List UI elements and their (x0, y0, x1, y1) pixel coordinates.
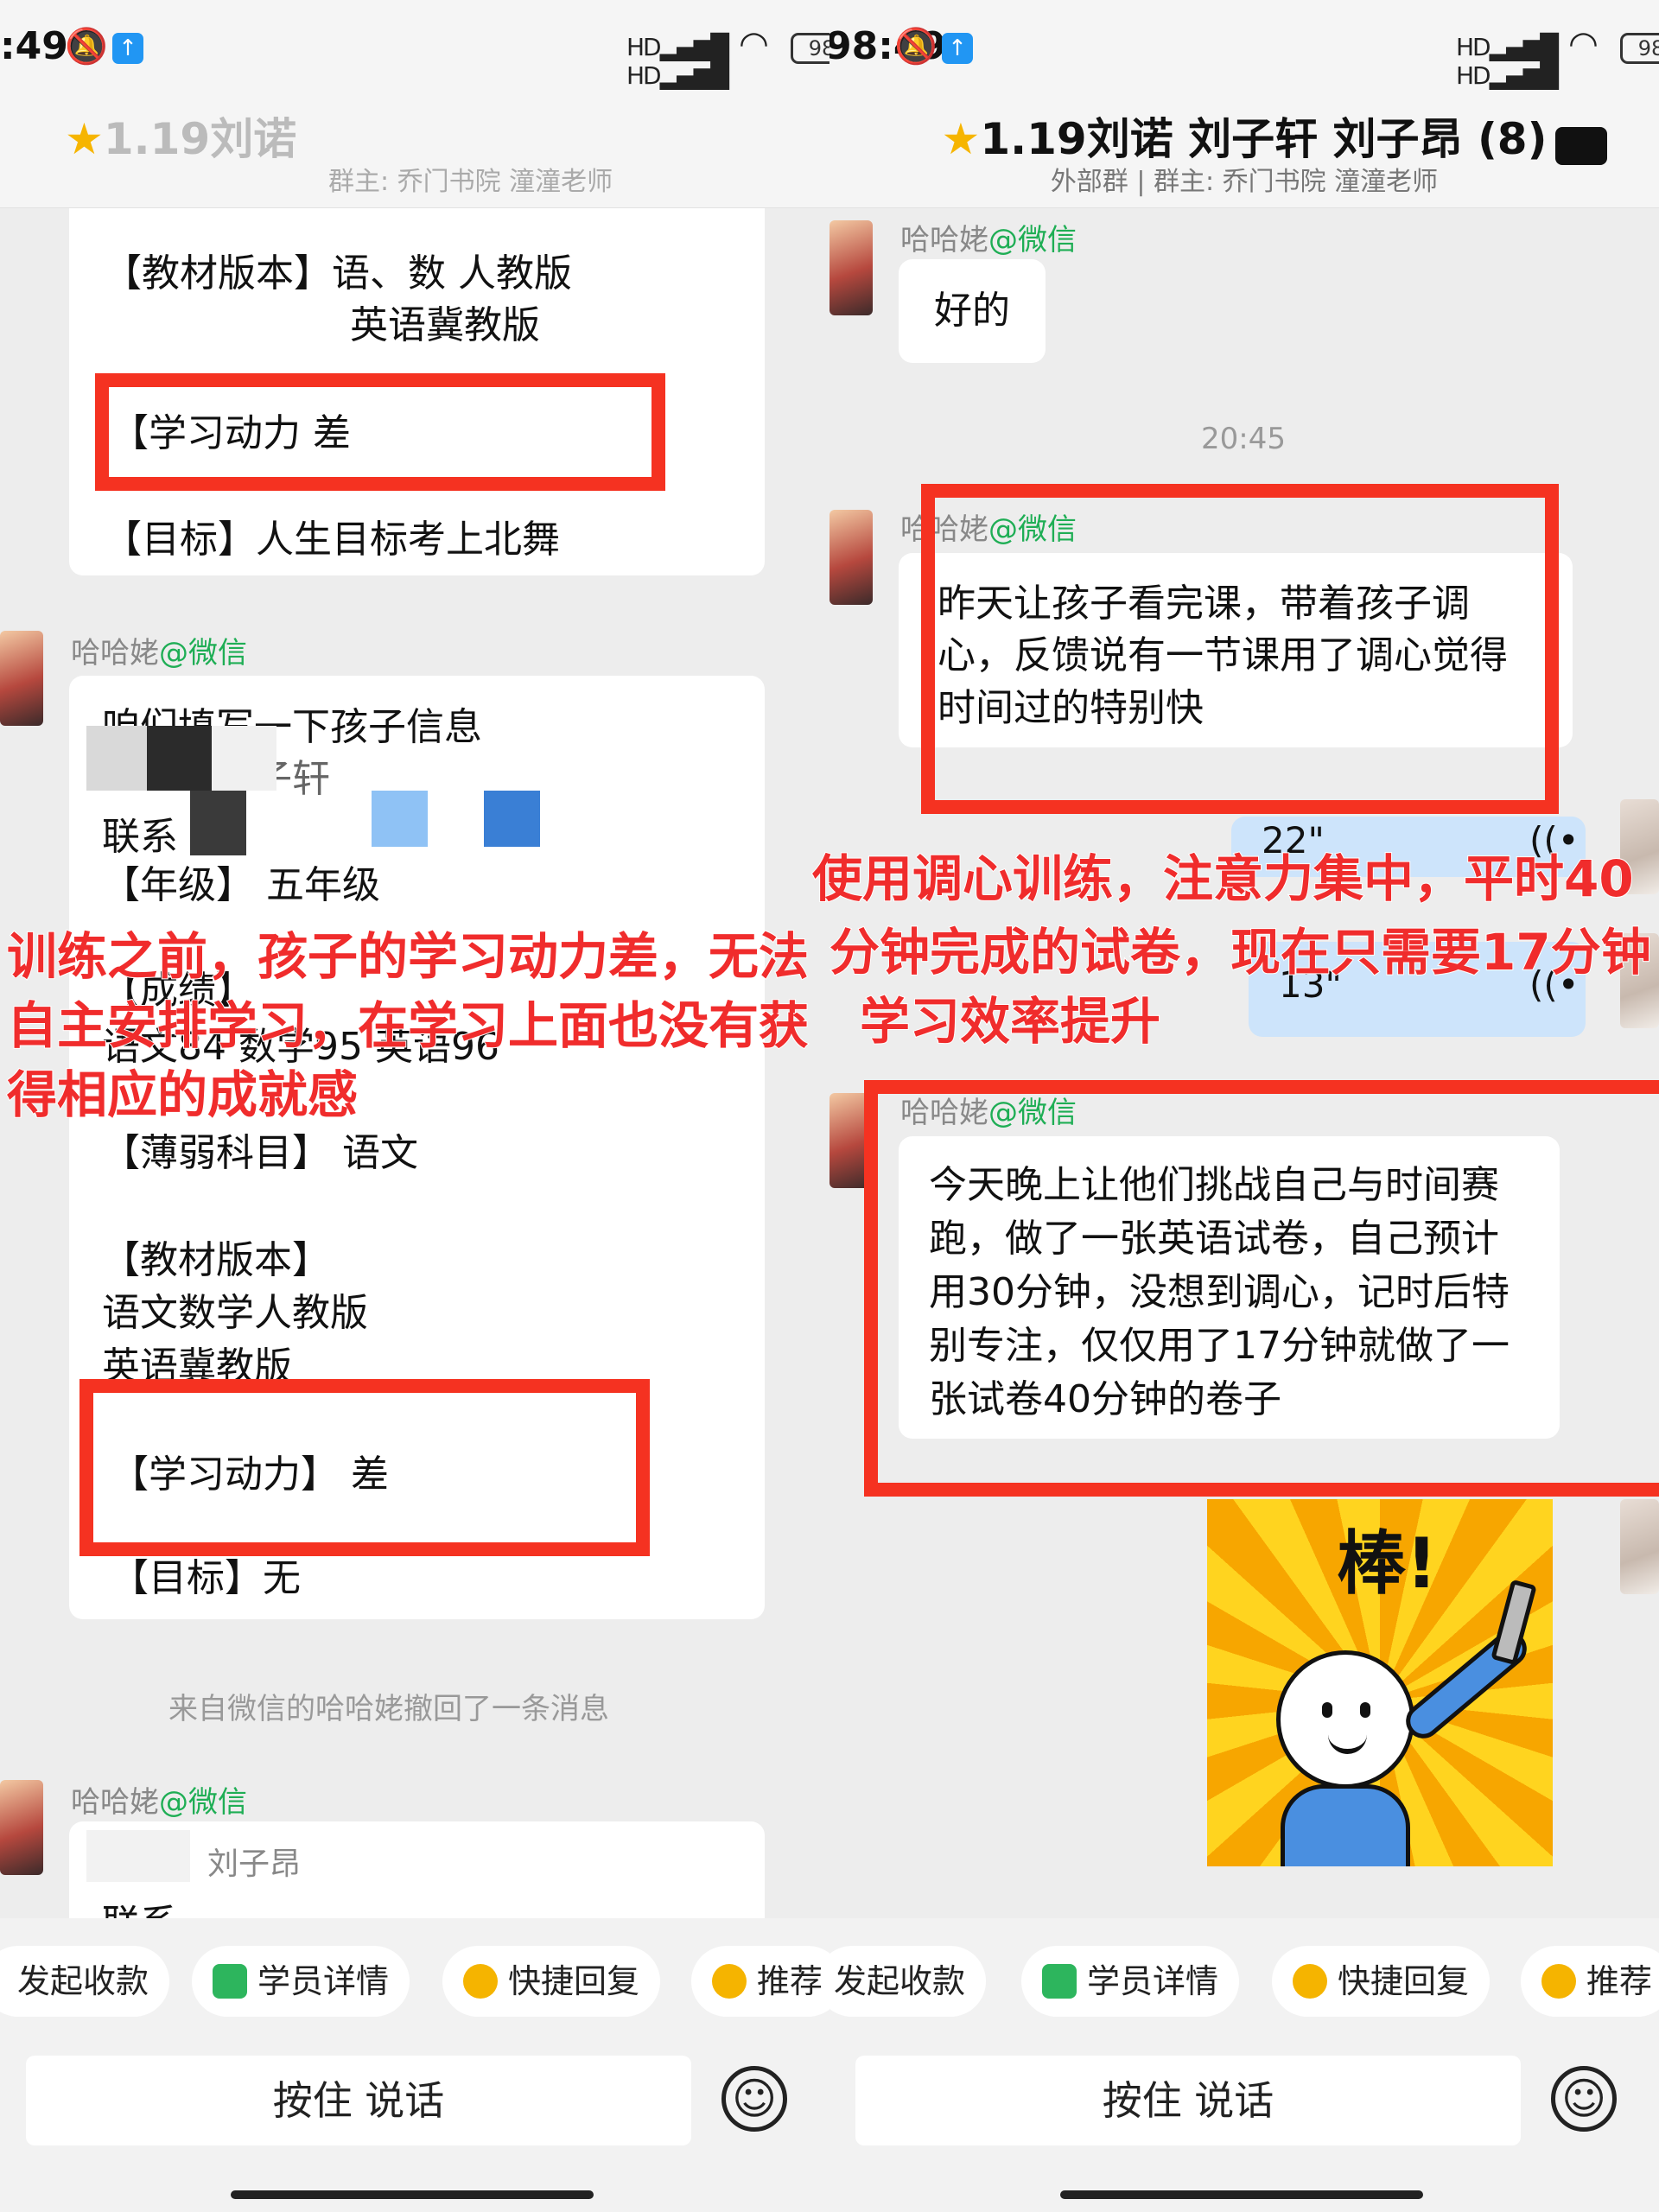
emoji-icon[interactable]: ☺ (1551, 2066, 1617, 2132)
chat-subtitle: 群主: 乔门书院 潼潼老师 (328, 167, 613, 197)
quick-actions-bar: 推荐 发起收款 学员详情 快捷回复 推荐 (830, 1918, 1659, 2044)
star-icon: ★ (65, 114, 104, 164)
avatar[interactable] (830, 510, 873, 605)
collect-payment-button[interactable]: 发起收款 (830, 1946, 987, 2017)
chat-subtitle: 外部群 | 群主: 乔门书院 潼潼老师 (1050, 167, 1439, 197)
sticker-phone (1491, 1579, 1537, 1666)
avatar[interactable] (0, 1780, 43, 1875)
video-call-icon[interactable] (1555, 127, 1607, 165)
motivation-line: 【学习动力】 差 (111, 1452, 389, 1497)
chat-header: ★1.19刘诺 刘子轩 刘子昂 (8) 外部群 | 群主: 乔门书院 潼潼老师 (830, 99, 1659, 208)
textbook-line-2: 英语冀教版 (350, 303, 540, 347)
sticker-body (1281, 1784, 1410, 1866)
sticker-image[interactable]: 棒! (1207, 1499, 1553, 1866)
overlay-note-right-line-2: 分钟完成的试卷，现在只需要17分钟 (829, 922, 1652, 982)
collect-payment-button[interactable]: 发起收款 (0, 1946, 170, 2017)
privacy-mosaic (86, 726, 540, 855)
textbook-line: 【教材版本】语、数 人教版 (104, 251, 572, 296)
student-details-button[interactable]: 学员详情 (1021, 1946, 1240, 2017)
reply-icon (1293, 1964, 1327, 1999)
chat-header: ★1.19刘诺 群主: 乔门书院 潼潼老师 (0, 99, 830, 208)
child-name-partial: 刘子昂 (207, 1847, 302, 1882)
overlay-note-left-line-2: 自主安排学习，在学习上面也没有获 (6, 995, 810, 1056)
overlay-note-left-line-3: 得相应的成就感 (6, 1065, 359, 1125)
student-icon (213, 1964, 247, 1999)
weak-subject-line: 【薄弱科目】 语文 (102, 1131, 418, 1175)
recommend-button[interactable]: 推荐 (691, 1946, 830, 2017)
status-bar: :49 🔕 ↑ HD▂▄▆█ HD▂▄▆█ ◠ 98 (0, 0, 830, 99)
status-time: :49 (0, 24, 68, 68)
hold-to-talk-button[interactable]: 按住 说话 (26, 2056, 691, 2145)
sticker-text: 棒! (1337, 1523, 1438, 1604)
wifi-icon: ◠ (1568, 24, 1599, 64)
home-indicator (231, 2190, 594, 2199)
student-icon (1042, 1964, 1077, 1999)
recommend-button[interactable]: 推荐 (1521, 1946, 1659, 2017)
avatar[interactable] (0, 631, 43, 726)
sticker-face (1276, 1650, 1414, 1789)
highlight-box (95, 373, 665, 491)
mute-icon: 🔕 (65, 27, 108, 67)
status-bar: 98:49 🔕 ↑ HD▂▄▆█ HD▂▄▆█ ◠ 98 (830, 0, 1659, 99)
goal-line: 【目标】无 (111, 1556, 301, 1600)
star-icon: ★ (941, 114, 981, 164)
goal-line: 【目标】人生目标考上北舞 (104, 518, 560, 562)
battery-icon: 98 (1620, 33, 1659, 64)
input-bar: 按住 说话 ☺ (0, 2044, 830, 2212)
reply-icon (463, 1964, 498, 1999)
sender-name: 哈哈姥@微信 (71, 636, 247, 671)
overlay-note-right-line-1: 使用调心训练，注意力集中，平时40 (811, 849, 1635, 909)
battery-icon: 98 (791, 33, 830, 64)
upload-icon: ↑ (112, 33, 143, 64)
input-bar: 按住 说话 ☺ (830, 2044, 1659, 2212)
recall-notice: 来自微信的哈哈姥撤回了一条消息 (168, 1692, 609, 1726)
overlay-note-right-line-3: 学习效率提升 (859, 991, 1161, 1052)
wifi-icon: ◠ (739, 24, 769, 64)
grade-line: 【年级】 五年级 (102, 863, 380, 907)
chat-title: ★1.19刘诺 刘子轩 刘子昂 (8) (941, 114, 1548, 164)
upload-icon: ↑ (942, 33, 973, 64)
sender-name: 哈哈姥@微信 (900, 223, 1077, 257)
recommend-icon (712, 1964, 747, 1999)
student-details-button[interactable]: 学员详情 (192, 1946, 410, 2017)
sender-name: 哈哈姥@微信 (71, 1785, 247, 1820)
quick-reply-button[interactable]: 快捷回复 (1272, 1946, 1491, 2017)
recommend-icon (1541, 1964, 1576, 1999)
overlay-note-left-line-1: 训练之前，孩子的学习动力差，无法 (6, 926, 810, 987)
chat-title: ★1.19刘诺 (65, 114, 297, 164)
privacy-mosaic (86, 1830, 190, 1882)
highlight-box (864, 1080, 1659, 1497)
mute-icon: 🔕 (894, 27, 938, 67)
home-indicator (1060, 2190, 1423, 2199)
avatar[interactable] (1620, 1499, 1659, 1594)
emoji-icon[interactable]: ☺ (721, 2066, 787, 2132)
textbook-line-a: 语文数学人教版 (102, 1291, 368, 1335)
quick-actions-bar: 发起收款 学员详情 快捷回复 推荐 (0, 1918, 830, 2044)
hold-to-talk-button[interactable]: 按住 说话 (855, 2056, 1521, 2145)
avatar[interactable] (830, 220, 873, 315)
message-bubble[interactable]: 好的 (899, 259, 1046, 363)
highlight-box (921, 484, 1559, 814)
textbook-label: 【教材版本】 (102, 1238, 330, 1282)
quick-reply-button[interactable]: 快捷回复 (442, 1946, 661, 2017)
time-separator: 20:45 (1201, 422, 1286, 456)
right-screenshot: 98:49 🔕 ↑ HD▂▄▆█ HD▂▄▆█ ◠ 98 ★1.19刘诺 刘子轩… (830, 0, 1659, 2212)
